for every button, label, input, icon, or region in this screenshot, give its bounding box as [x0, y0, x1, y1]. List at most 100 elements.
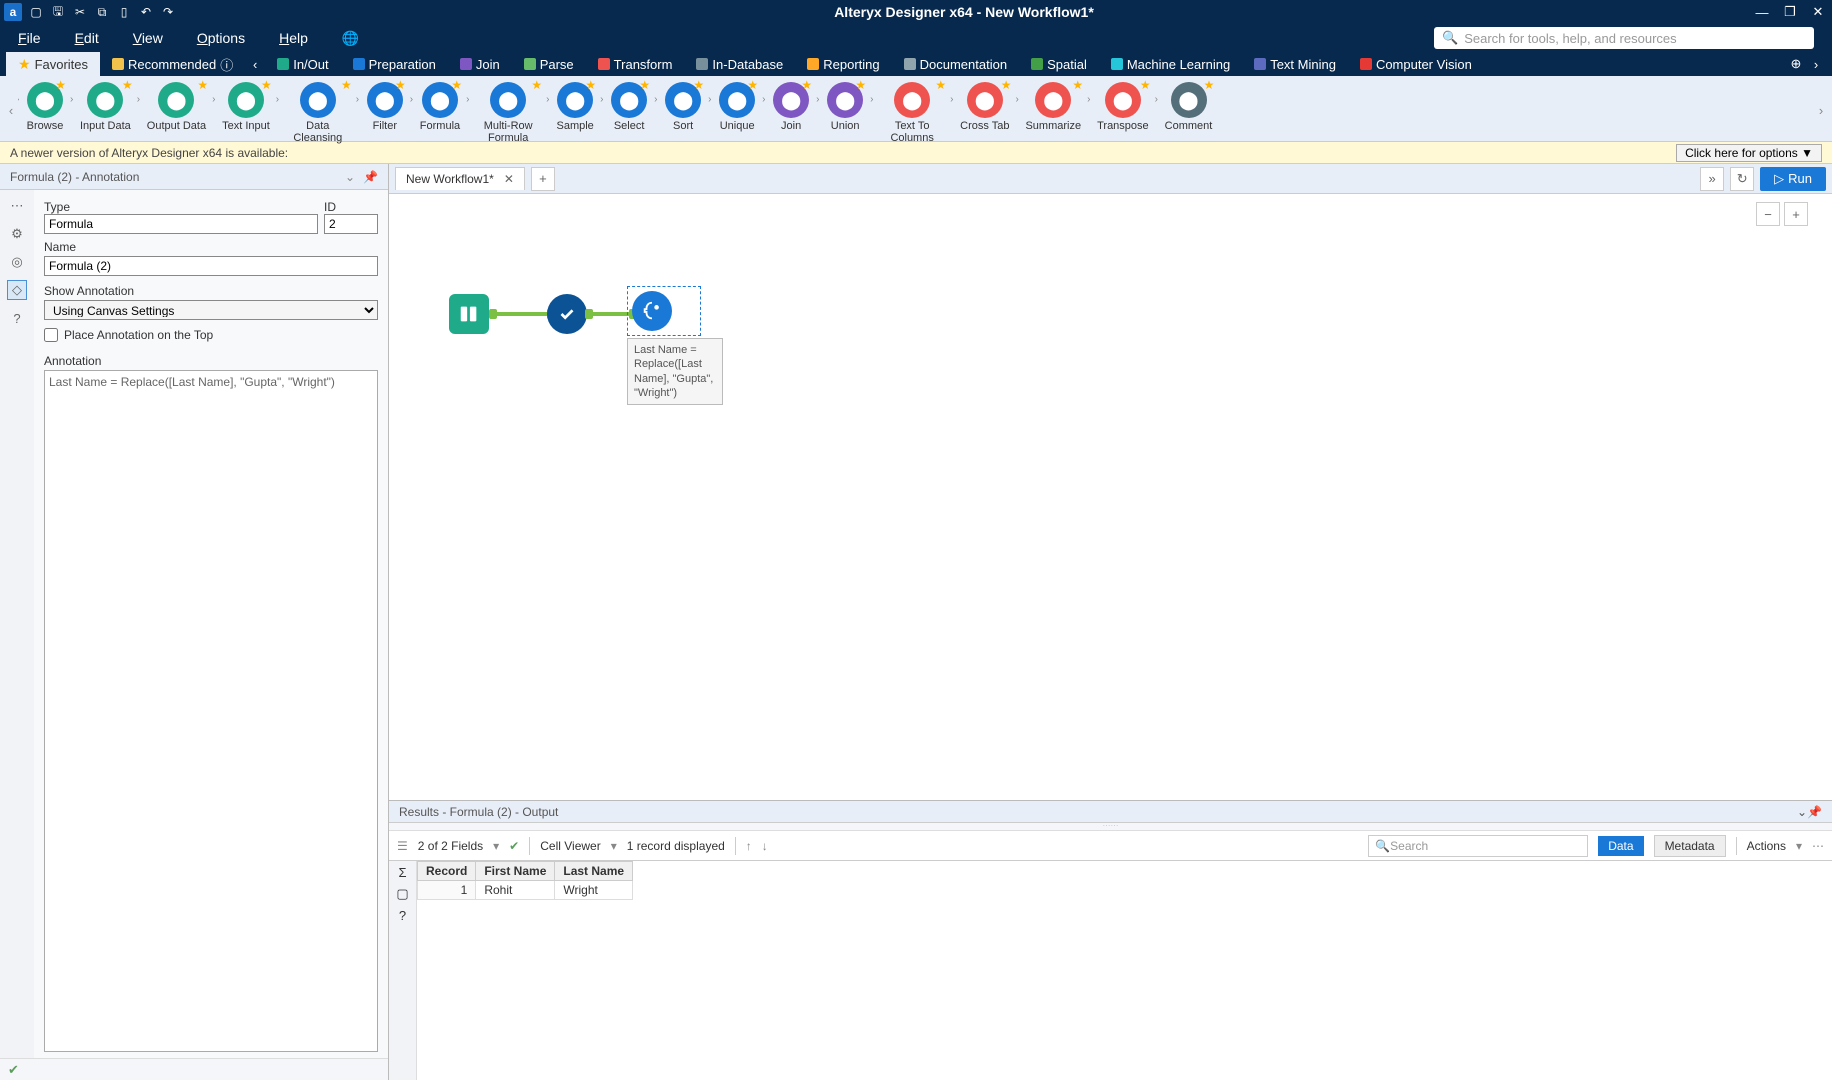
results-tab-sigma-icon[interactable]: Σ: [398, 865, 406, 880]
data-tab-button[interactable]: Data: [1598, 836, 1643, 856]
place-top-input[interactable]: [44, 328, 58, 342]
ribbon-tab-computer-vision[interactable]: Computer Vision: [1348, 52, 1484, 76]
column-header[interactable]: Last Name: [555, 862, 633, 881]
tool-union[interactable]: ›★⬤Union: [818, 80, 872, 144]
tool-multi-row-formula[interactable]: ›★⬤Multi-Row Formula: [468, 80, 548, 144]
name-field[interactable]: [44, 256, 378, 276]
results-tab-data-icon[interactable]: ▢: [396, 886, 408, 902]
global-search[interactable]: 🔍 Search for tools, help, and resources: [1434, 27, 1814, 49]
run-button[interactable]: ▷ Run: [1760, 167, 1826, 191]
tool-browse[interactable]: ›★⬤Browse: [18, 80, 72, 144]
ribbon-next[interactable]: ›: [1806, 57, 1826, 72]
new-icon[interactable]: ▢: [28, 4, 44, 20]
tool-summarize[interactable]: ›★⬤Summarize: [1017, 80, 1089, 144]
overflow-icon[interactable]: »: [1700, 167, 1724, 191]
table-row[interactable]: 1RohitWright: [418, 881, 633, 900]
maximize-button[interactable]: ❐: [1780, 2, 1800, 22]
column-header[interactable]: First Name: [476, 862, 555, 881]
schedule-icon[interactable]: ↻: [1730, 167, 1754, 191]
actions-button[interactable]: Actions: [1747, 839, 1786, 853]
config-tab-gear-icon[interactable]: ⚙: [7, 224, 27, 244]
ribbon-tab-machine-learning[interactable]: Machine Learning: [1099, 52, 1242, 76]
results-resize-handle[interactable]: ⋯⋯: [389, 823, 1832, 831]
results-grid[interactable]: RecordFirst NameLast Name 1RohitWright: [417, 861, 1832, 1080]
close-button[interactable]: ✕: [1808, 2, 1828, 22]
workflow-canvas[interactable]: − + Last Nam: [389, 194, 1832, 800]
cellviewer-dropdown-icon[interactable]: ▾: [611, 839, 617, 853]
ribbon-add[interactable]: ⊕: [1786, 56, 1806, 72]
cut-icon[interactable]: ✂: [72, 4, 88, 20]
pin-icon[interactable]: 📌: [363, 170, 378, 184]
zoom-out-button[interactable]: −: [1756, 202, 1780, 226]
redo-icon[interactable]: ↷: [160, 4, 176, 20]
actions-dropdown-icon[interactable]: ▾: [1796, 839, 1802, 853]
palette-next[interactable]: ›: [1814, 80, 1828, 140]
menu-options[interactable]: Options: [197, 30, 245, 46]
menu-edit[interactable]: Edit: [75, 30, 99, 46]
tool-comment[interactable]: ›★⬤Comment: [1157, 80, 1221, 144]
node-text-input[interactable]: [449, 294, 489, 334]
tool-output-data[interactable]: ›★⬤Output Data: [139, 80, 214, 144]
tool-formula[interactable]: ›★⬤Formula: [412, 80, 468, 144]
menu-globe-icon[interactable]: 🌐: [342, 30, 359, 47]
ribbon-prev[interactable]: ‹: [245, 57, 265, 72]
ribbon-tab-in-out[interactable]: In/Out: [265, 52, 340, 76]
ribbon-tab-spatial[interactable]: Spatial: [1019, 52, 1099, 76]
collapse-icon[interactable]: ⌄: [345, 170, 355, 184]
config-tab-help-icon[interactable]: ?: [7, 308, 27, 328]
sort-desc-icon[interactable]: ↓: [762, 839, 768, 853]
ribbon-tab-reporting[interactable]: Reporting: [795, 52, 891, 76]
notification-options-button[interactable]: Click here for options ▼: [1676, 144, 1822, 162]
menu-file[interactable]: File: [18, 30, 41, 46]
zoom-in-button[interactable]: +: [1784, 202, 1808, 226]
ribbon-tab-text-mining[interactable]: Text Mining: [1242, 52, 1348, 76]
node-formula-selected[interactable]: [627, 286, 701, 336]
ribbon-tab-join[interactable]: Join: [448, 52, 512, 76]
menu-view[interactable]: View: [133, 30, 163, 46]
ribbon-tab-documentation[interactable]: Documentation: [892, 52, 1019, 76]
ribbon-tab-preparation[interactable]: Preparation: [341, 52, 448, 76]
annotation-textarea[interactable]: Last Name = Replace([Last Name], "Gupta"…: [44, 370, 378, 1052]
results-search[interactable]: 🔍 Search: [1368, 835, 1588, 857]
results-menu-icon[interactable]: ☰: [397, 839, 408, 853]
place-top-checkbox[interactable]: Place Annotation on the Top: [44, 328, 378, 342]
ribbon-tab-transform[interactable]: Transform: [586, 52, 685, 76]
tool-join[interactable]: ›★⬤Join: [764, 80, 818, 144]
results-collapse-icon[interactable]: ⌄: [1797, 805, 1807, 819]
results-tab-help-icon[interactable]: ?: [399, 908, 406, 923]
ribbon-tab-recommended[interactable]: Recommended ⓘ: [100, 52, 245, 76]
cell-viewer-label[interactable]: Cell Viewer: [540, 839, 600, 853]
workflow-tab[interactable]: New Workflow1* ✕: [395, 167, 525, 190]
config-tab-wrench-icon[interactable]: ⋯: [7, 196, 27, 216]
save-icon[interactable]: 🖫: [50, 4, 66, 20]
workflow-tab-close[interactable]: ✕: [504, 172, 514, 186]
node-select[interactable]: [547, 294, 587, 334]
results-pin-icon[interactable]: 📌: [1807, 805, 1822, 819]
tool-input-data[interactable]: ›★⬤Input Data: [72, 80, 139, 144]
add-tab-button[interactable]: +: [531, 167, 555, 191]
tool-sample[interactable]: ›★⬤Sample: [548, 80, 602, 144]
tool-transpose[interactable]: ›★⬤Transpose: [1089, 80, 1157, 144]
metadata-tab-button[interactable]: Metadata: [1654, 835, 1726, 857]
tool-cross-tab[interactable]: ›★⬤Cross Tab: [952, 80, 1017, 144]
tool-select[interactable]: ›★⬤Select: [602, 80, 656, 144]
ribbon-tab-favorites[interactable]: ★Favorites: [6, 52, 100, 76]
show-annotation-select[interactable]: Using Canvas Settings: [44, 300, 378, 320]
config-tab-target-icon[interactable]: ◎: [7, 252, 27, 272]
menu-help[interactable]: Help: [279, 30, 308, 46]
tool-text-input[interactable]: ›★⬤Text Input: [214, 80, 278, 144]
ribbon-tab-in-database[interactable]: In-Database: [684, 52, 795, 76]
tool-text-to-columns[interactable]: ›★⬤Text To Columns: [872, 80, 952, 144]
tool-data-cleansing[interactable]: ›★⬤Data Cleansing: [278, 80, 358, 144]
palette-prev[interactable]: ‹: [4, 80, 18, 140]
more-icon[interactable]: ⋯: [1812, 839, 1824, 853]
undo-icon[interactable]: ↶: [138, 4, 154, 20]
fields-dropdown-icon[interactable]: ▾: [493, 839, 499, 853]
column-header[interactable]: Record: [418, 862, 476, 881]
config-tab-annotation-icon[interactable]: ◇: [7, 280, 27, 300]
minimize-button[interactable]: —: [1752, 2, 1772, 22]
paste-icon[interactable]: ▯: [116, 4, 132, 20]
copy-icon[interactable]: ⧉: [94, 4, 110, 20]
tool-sort[interactable]: ›★⬤Sort: [656, 80, 710, 144]
tool-unique[interactable]: ›★⬤Unique: [710, 80, 764, 144]
